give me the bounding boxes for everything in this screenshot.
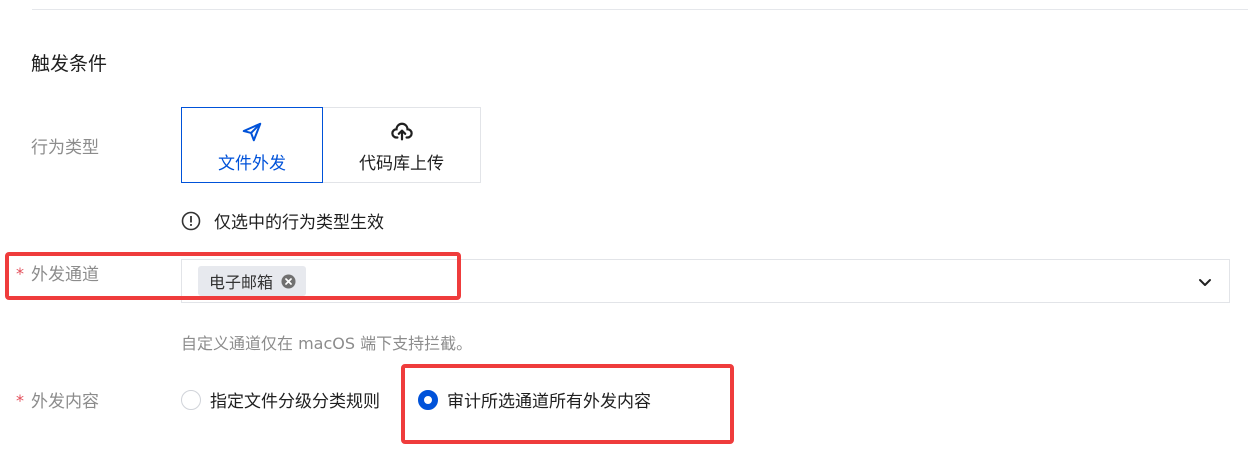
hint-text: 仅选中的行为类型生效 [214, 213, 384, 233]
type-option-repo-upload[interactable]: 代码库上传 [322, 107, 481, 183]
chevron-down-icon[interactable] [1197, 274, 1213, 290]
cloud-upload-icon [390, 122, 413, 141]
close-circle-icon[interactable] [281, 273, 296, 289]
type-option-file-send[interactable]: 文件外发 [181, 107, 323, 183]
channel-label: 外发通道 [31, 265, 99, 285]
channel-tag: 电子邮箱 [198, 266, 307, 296]
content-radio-classification-rule[interactable]: 指定文件分级分类规则 [181, 387, 380, 412]
type-option-label: 代码库上传 [359, 154, 444, 174]
radio-circle[interactable] [181, 389, 201, 410]
behavior-type-label: 行为类型 [31, 138, 99, 158]
channel-tag-label: 电子邮箱 [209, 273, 274, 292]
behavior-type-hint: 仅选中的行为类型生效 [181, 208, 384, 233]
section-title: 触发条件 [31, 53, 108, 75]
top-divider [32, 9, 1248, 10]
content-radio-audit-all[interactable]: 审计所选通道所有外发内容 [418, 387, 651, 412]
radio-label: 审计所选通道所有外发内容 [447, 392, 651, 412]
radio-label: 指定文件分级分类规则 [210, 392, 380, 412]
channel-help-text: 自定义通道仅在 macOS 端下支持拦截。 [181, 334, 473, 353]
type-option-label: 文件外发 [218, 154, 286, 174]
required-mark: * [16, 391, 24, 410]
channel-select[interactable]: 电子邮箱 [181, 259, 1230, 303]
required-mark: * [16, 264, 24, 283]
send-icon [242, 122, 262, 142]
info-icon [181, 211, 201, 230]
content-label: 外发内容 [31, 392, 99, 412]
radio-circle[interactable] [418, 389, 438, 410]
